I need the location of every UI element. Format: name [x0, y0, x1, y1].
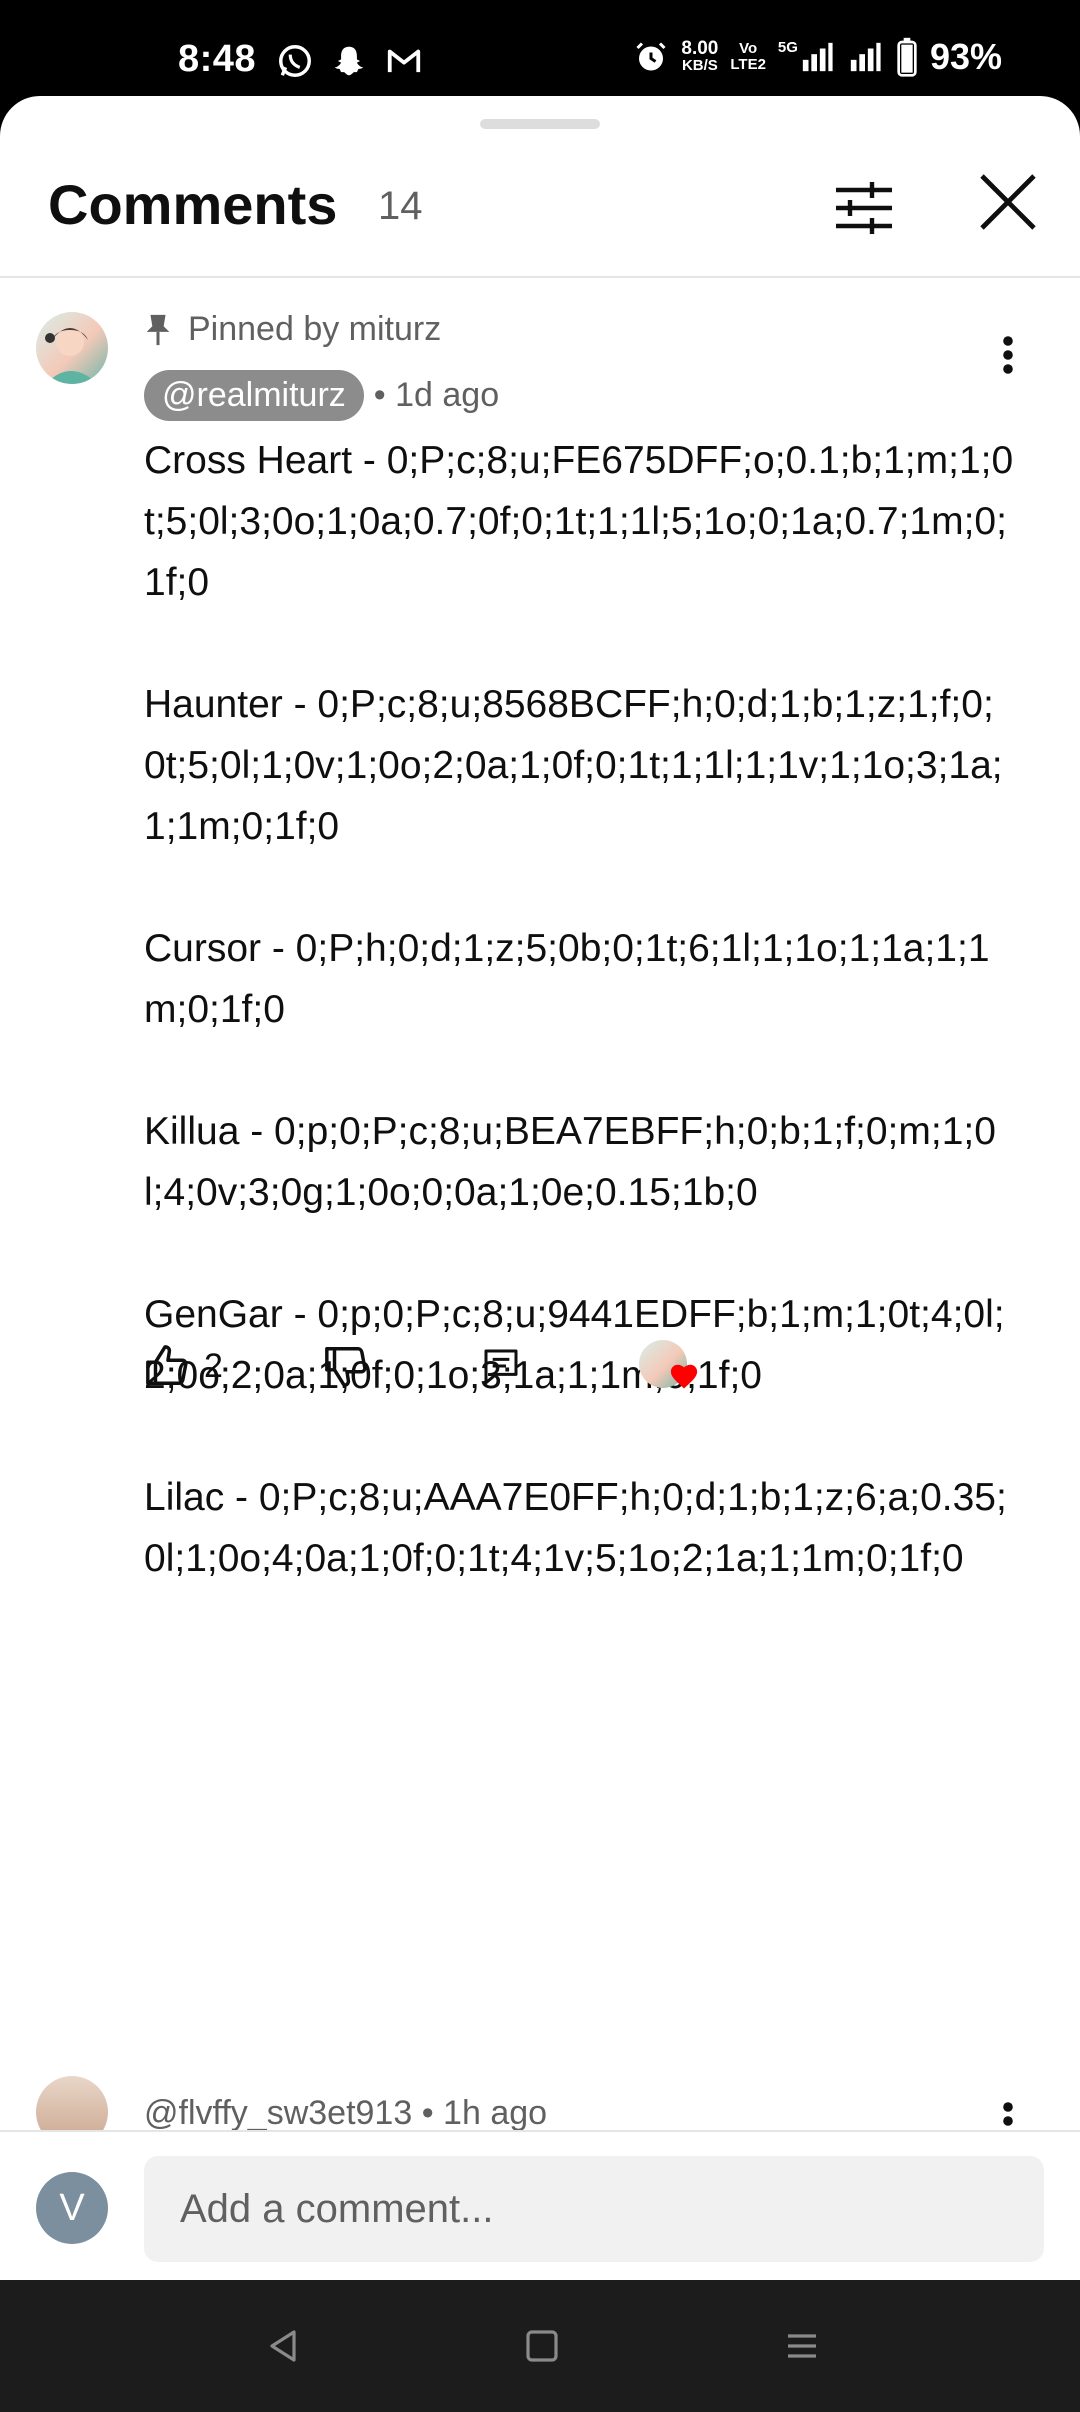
- heart-icon: [670, 1364, 698, 1389]
- status-right: 8.00 KB/S Vo LTE2 5G 93%: [633, 36, 1002, 78]
- avatar[interactable]: [36, 312, 108, 384]
- pinned-comment: Pinned by miturz @realmiturz • 1d ago Cr…: [0, 310, 1080, 1580]
- system-nav-bar: [0, 2280, 1080, 2412]
- comment-author-row: @flvffy_sw3et913 • 1h ago: [144, 2094, 547, 2133]
- like-button[interactable]: 2: [144, 1343, 223, 1389]
- dislike-button[interactable]: [323, 1343, 369, 1389]
- comments-title: Comments: [48, 173, 338, 236]
- alarm-icon: [636, 42, 666, 71]
- reply-icon: [484, 1349, 518, 1385]
- back-icon: [270, 2330, 296, 2362]
- more-vert-icon: [1003, 336, 1013, 374]
- comments-sheet: Comments 14 Pinned by miturz @realmiturz…: [0, 96, 1080, 2280]
- network-type: 5G: [777, 39, 798, 56]
- comment-actions: 2: [144, 1336, 703, 1396]
- net-speed: 8.00 KB/S: [681, 38, 719, 74]
- volte-top: Vo: [739, 40, 758, 57]
- pinned-label-row: Pinned by miturz: [144, 310, 441, 349]
- pinned-label: Pinned by miturz: [188, 310, 442, 348]
- avatar-image-icon: [45, 328, 98, 384]
- battery-percent: 93%: [929, 36, 1002, 77]
- volte-bottom: LTE2: [730, 56, 766, 73]
- like-count: 2: [204, 1346, 223, 1385]
- comment-composer: V Add a comment...: [0, 2130, 1080, 2280]
- notification-icons: [276, 42, 424, 80]
- comment-time: • 1h ago: [421, 2094, 548, 2132]
- user-avatar[interactable]: V: [36, 2172, 108, 2244]
- comment-more-button[interactable]: [980, 320, 1036, 390]
- comment-text: Cross Heart - 0;P;c;8;u;FE675DFF;o;0.1;b…: [144, 439, 1014, 1580]
- snapchat-icon: [334, 46, 364, 76]
- volte-indicator: Vo LTE2: [730, 41, 766, 73]
- comment-time: • 1d ago: [373, 376, 500, 414]
- battery-icon: [897, 37, 917, 77]
- filter-button[interactable]: [828, 172, 900, 244]
- thumbs-down-icon: [325, 1347, 367, 1387]
- comments-count: 14: [378, 184, 423, 228]
- composer-divider: [0, 2130, 1080, 2132]
- status-bar: 8:48 8.00 KB/S Vo LTE2 5G 93%: [0, 0, 1080, 96]
- menu-icon: [788, 2334, 816, 2358]
- author-chip[interactable]: @realmiturz: [144, 370, 364, 421]
- comment-input[interactable]: Add a comment...: [144, 2156, 1044, 2262]
- signal-icon: [850, 42, 881, 72]
- status-time: 8:48: [178, 38, 257, 80]
- pin-icon: [146, 314, 170, 345]
- drag-handle[interactable]: [480, 119, 600, 129]
- whatsapp-icon: [279, 45, 311, 77]
- signal-icon: [802, 42, 833, 72]
- thumbs-up-icon: [146, 1345, 188, 1385]
- net-speed-value: 8.00: [681, 38, 719, 59]
- home-icon: [526, 2330, 558, 2362]
- close-button[interactable]: [972, 166, 1044, 238]
- header-divider: [0, 276, 1080, 278]
- sliders-icon: [836, 182, 892, 234]
- signal-1: 5G: [778, 40, 834, 74]
- net-speed-unit: KB/S: [681, 57, 718, 74]
- creator-heart: [638, 1336, 703, 1396]
- home-button[interactable]: [506, 2310, 578, 2382]
- author-row: @realmiturz • 1d ago: [144, 370, 499, 421]
- close-icon: [980, 174, 1036, 230]
- back-button[interactable]: [248, 2310, 320, 2382]
- recents-button[interactable]: [766, 2310, 838, 2382]
- comment-author[interactable]: @flvffy_sw3et913: [144, 2094, 412, 2132]
- reply-button[interactable]: [481, 1346, 521, 1386]
- gmail-icon: [387, 49, 421, 73]
